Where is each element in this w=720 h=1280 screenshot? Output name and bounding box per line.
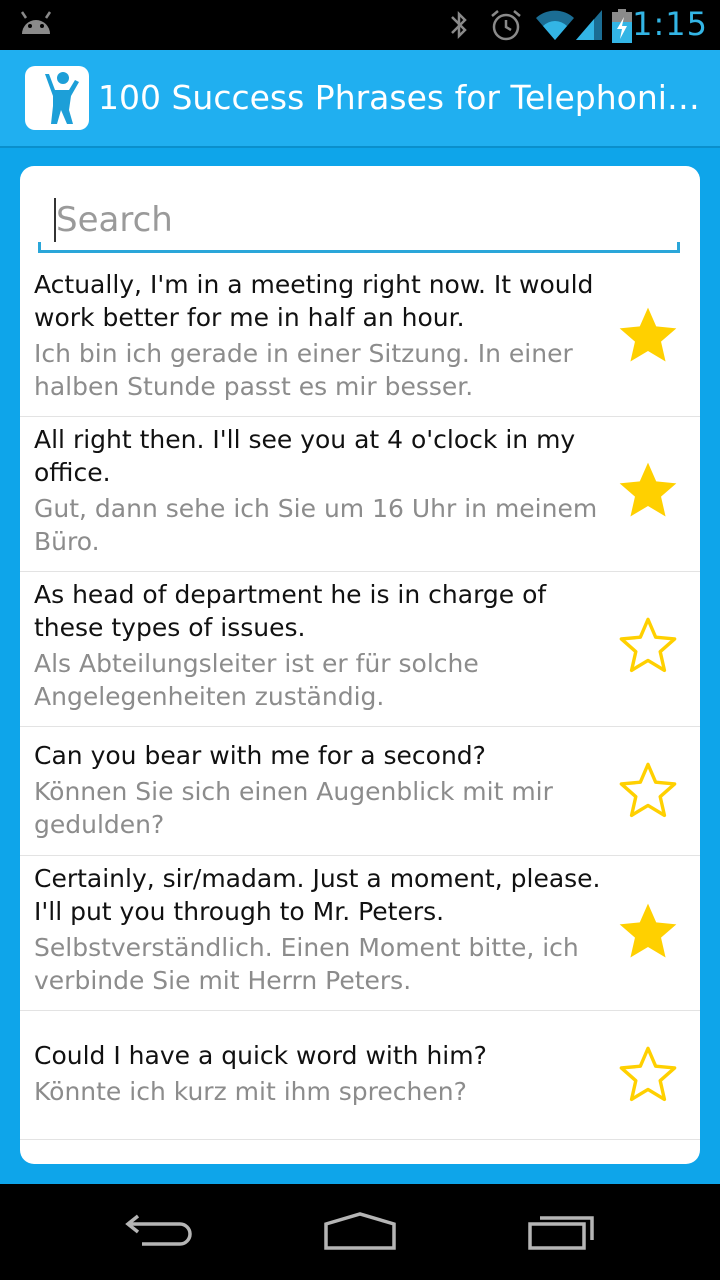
bluetooth-icon [446, 8, 472, 46]
phrase-english: Can you bear with me for a second? [34, 741, 486, 770]
list-item[interactable]: As head of department he is in charge of… [20, 572, 700, 727]
signal-icon [574, 8, 604, 46]
list-item[interactable]: Certainly, sir/madam. Just a moment, ple… [20, 856, 700, 1011]
home-icon[interactable] [322, 1208, 398, 1256]
star-outline-icon[interactable] [614, 612, 682, 680]
star-outline-icon[interactable] [614, 1041, 682, 1109]
search-input[interactable] [54, 198, 656, 242]
list-item[interactable]: Can you bear with me for a second? Könne… [20, 727, 700, 856]
wifi-icon [534, 8, 576, 46]
action-bar: 100 Success Phrases for Telephoni… [0, 50, 720, 148]
star-filled-icon[interactable] [614, 457, 682, 525]
phrase-english: As head of department he is in charge of… [34, 580, 547, 642]
star-filled-icon[interactable] [614, 898, 682, 966]
back-icon[interactable] [124, 1208, 196, 1252]
phrase-english: Certainly, sir/madam. Just a moment, ple… [34, 864, 601, 926]
status-clock: 1:15 [632, 5, 708, 43]
phrase-list-card: Actually, I'm in a meeting right now. It… [20, 166, 700, 1164]
app-title: 100 Success Phrases for Telephoni… [98, 78, 698, 117]
android-icon [18, 10, 54, 42]
phrase-list: Actually, I'm in a meeting right now. It… [20, 262, 700, 1140]
person-arms-up-icon[interactable] [25, 66, 89, 130]
phrase-english: Actually, I'm in a meeting right now. It… [34, 270, 594, 332]
list-item[interactable]: Actually, I'm in a meeting right now. It… [20, 262, 700, 417]
status-bar: 1:15 [0, 0, 720, 50]
phrase-german: Könnte ich kurz mit ihm sprechen? [34, 1077, 467, 1106]
phrase-german: Selbstverständlich. Einen Moment bitte, … [34, 933, 579, 995]
list-item[interactable]: Could I have a quick word with him? Könn… [20, 1011, 700, 1140]
phrase-german: Gut, dann sehe ich Sie um 16 Uhr in mein… [34, 494, 598, 556]
star-outline-icon[interactable] [614, 757, 682, 825]
star-filled-icon[interactable] [614, 302, 682, 370]
battery-charging-icon [610, 8, 634, 48]
phrase-english: Could I have a quick word with him? [34, 1041, 487, 1070]
phrase-german: Als Abteilungsleiter ist er für solche A… [34, 649, 479, 711]
phrase-english: All right then. I'll see you at 4 o'cloc… [34, 425, 576, 487]
list-item[interactable]: All right then. I'll see you at 4 o'cloc… [20, 417, 700, 572]
phrase-german: Können Sie sich einen Augenblick mit mir… [34, 777, 553, 839]
navigation-bar [0, 1184, 720, 1280]
search-field [38, 188, 680, 253]
alarm-icon [488, 8, 524, 46]
phrase-german: Ich bin ich gerade in einer Sitzung. In … [34, 339, 573, 401]
recent-apps-icon[interactable] [526, 1208, 598, 1256]
